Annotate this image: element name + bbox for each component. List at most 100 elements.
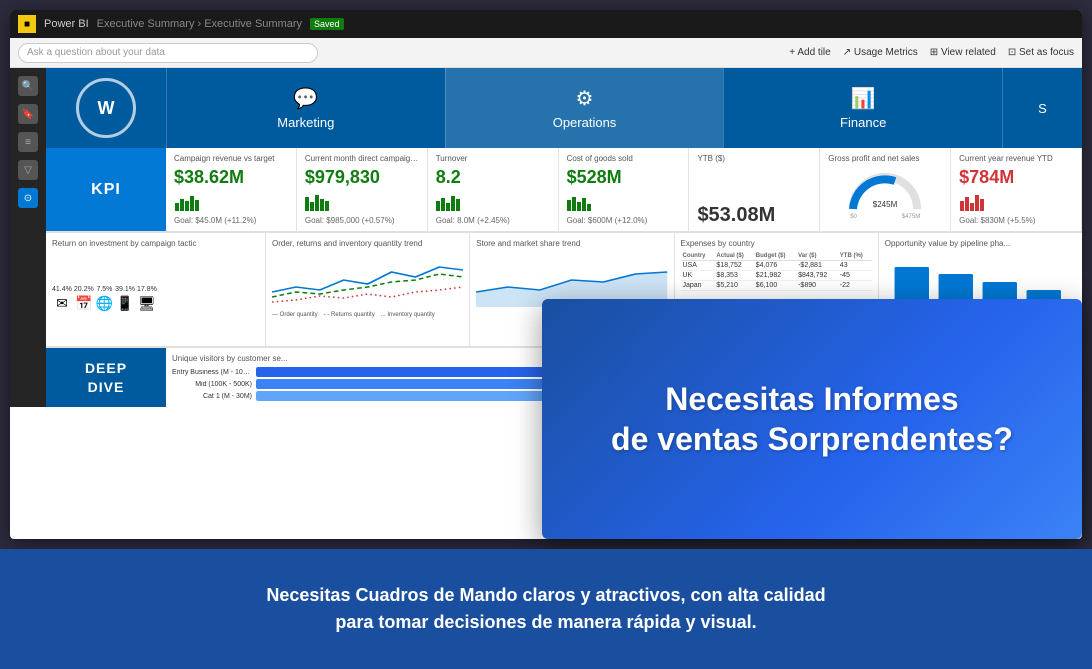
kpi-sparkline-4 (567, 191, 681, 211)
dd-bar-label-3: Cat 1 (M - 30M) (172, 393, 252, 400)
col-var: Var ($) (796, 252, 838, 261)
overlay-box: Necesitas Informes de ventas Sorprendent… (542, 299, 1082, 539)
sidebar-search-icon[interactable]: 🔍 (18, 76, 38, 96)
email-icon: ✉ (56, 295, 68, 312)
cell-budget: $6,100 (754, 281, 796, 291)
cell-country: UK (681, 271, 715, 281)
svg-text:$245M: $245M (873, 200, 898, 209)
table-row: USA $18,752 $4,076 -$2,881 43 (681, 261, 872, 271)
expenses-data-table: Country Actual ($) Budget ($) Var ($) YT… (681, 252, 872, 291)
bar-pct-3: 7.5% (96, 286, 112, 293)
col-ytb: YTB (%) (838, 252, 872, 261)
table-row: UK $8,353 $21,982 $843,792 -45 (681, 271, 872, 281)
operations-icon: ⚙ (576, 86, 594, 111)
kpi-value-2: $979,830 (305, 168, 419, 186)
kpi-cell-3: Turnover 8.2 Goal: 8.0M (+2.45%) (428, 148, 559, 231)
kpi-cell-4: Cost of goods sold $528M Goal: $600M (+1… (559, 148, 690, 231)
bar-pct-4: 39.1% (115, 286, 135, 293)
store-trend-title: Store and market share trend (476, 239, 667, 248)
kpi-value-7: $784M (959, 168, 1073, 186)
overlay-headline-text: Necesitas Informes de ventas Sorprendent… (611, 381, 1013, 457)
kpi-cell-2: Current month direct campaign r... $979,… (297, 148, 428, 231)
kpi-title-7: Current year revenue YTD (959, 154, 1073, 164)
kpi-title-1: Campaign revenue vs target (174, 154, 288, 164)
cell-ytb: -22 (838, 281, 872, 291)
kpi-value-4: $528M (567, 168, 681, 186)
kpi-cell-1: Campaign revenue vs target $38.62M Goal:… (166, 148, 297, 231)
bottom-banner-text: Necesitas Cuadros de Mando claros y atra… (266, 585, 825, 632)
kpi-title-4: Cost of goods sold (567, 154, 681, 164)
nav-tile-marketing[interactable]: 💬 Marketing (166, 68, 445, 148)
usage-metrics-btn[interactable]: ↗ Usage Metrics (843, 47, 918, 58)
operations-label: Operations (553, 115, 617, 130)
order-trend-svg (272, 252, 463, 307)
add-tile-btn[interactable]: + Add tile (789, 47, 830, 58)
gauge-container: $245M $0 $475M (828, 163, 942, 225)
sidebar-active-icon[interactable]: ⊙ (18, 188, 38, 208)
kpi-title-6: Gross profit and net sales (828, 154, 942, 163)
s-label: S (1038, 101, 1047, 116)
col-budget: Budget ($) (754, 252, 796, 261)
globe-icon: 🌐 (96, 295, 113, 312)
kpi-cell-7: Current year revenue YTD $784M Goal: $83… (951, 148, 1082, 231)
roi-chart: Return on investment by campaign tactic … (46, 233, 266, 346)
cell-actual: $5,210 (714, 281, 753, 291)
cell-ytb: 43 (838, 261, 872, 271)
cell-var: -$890 (796, 281, 838, 291)
powerbi-logo: ■ (18, 15, 36, 33)
app-title: Power BI (44, 18, 89, 30)
bar-pct-1: 41.4% (52, 286, 72, 293)
nav-tile-operations[interactable]: ⚙ Operations (445, 68, 724, 148)
table-row: Japan $5,210 $6,100 -$890 -22 (681, 281, 872, 291)
kpi-title-2: Current month direct campaign r... (305, 154, 419, 164)
col-country: Country (681, 252, 715, 261)
cell-country: Japan (681, 281, 715, 291)
finance-label: Finance (840, 115, 886, 130)
kpi-sub-7: Goal: $830M (+5.5%) (959, 216, 1073, 225)
kpi-sub-3: Goal: 8.0M (+2.45%) (436, 216, 550, 225)
sidebar: 🔍 🔖 ≡ ▽ ⊙ (10, 68, 46, 407)
dd-bar-fill-3 (256, 391, 584, 401)
set-focus-btn[interactable]: ⊡ Set as focus (1008, 47, 1074, 58)
nav-tile-finance[interactable]: 📊 Finance (723, 68, 1002, 148)
sidebar-layers-icon[interactable]: ≡ (18, 132, 38, 152)
dashboard-logo: W (46, 68, 166, 148)
kpi-value-1: $38.62M (174, 168, 288, 186)
gauge-min: $0 (850, 214, 857, 220)
kpi-sparkline-1 (174, 191, 288, 211)
expenses-title: Expenses by country (681, 239, 872, 248)
view-related-btn[interactable]: ⊞ View related (930, 47, 996, 58)
logo-w: W (98, 98, 115, 119)
bar-col-4: 39.1% 📱 (115, 286, 135, 312)
roi-bar-chart: 41.4% ✉ 20.2% 📅 7.5% 🌐 (52, 252, 259, 312)
sidebar-bookmark-icon[interactable]: 🔖 (18, 104, 38, 124)
kpi-row: KPI Campaign revenue vs target $38.62M (46, 148, 1082, 233)
gauge-max: $475M (902, 214, 920, 220)
calendar-icon: 📅 (75, 295, 92, 312)
kpi-sub-4: Goal: $600M (+12.0%) (567, 216, 681, 225)
search-bar[interactable]: Ask a question about your data (18, 43, 318, 63)
finance-icon: 📊 (851, 86, 876, 111)
bar-pct-5: 17.8% (137, 286, 157, 293)
sidebar-filter-icon[interactable]: ▽ (18, 160, 38, 180)
bar-col-5: 17.8% 🖥 (137, 286, 157, 312)
kpi-sparkline-2 (305, 191, 419, 211)
kpi-value-3: 8.2 (436, 168, 550, 186)
title-bar: ■ Power BI Executive Summary › Executive… (10, 10, 1082, 38)
col-actual: Actual ($) (714, 252, 753, 261)
nav-tile-s[interactable]: S (1002, 68, 1082, 148)
order-trend-title: Order, returns and inventory quantity tr… (272, 239, 463, 248)
marketing-icon: 💬 (293, 86, 318, 111)
save-badge: Saved (310, 18, 344, 30)
kpi-cells: Campaign revenue vs target $38.62M Goal:… (166, 148, 1082, 231)
kpi-sparkline-7 (959, 191, 1073, 211)
cell-ytb: -45 (838, 271, 872, 281)
bar-col-2: 20.2% 📅 (74, 286, 94, 312)
kpi-title-5: YTB ($) (697, 154, 811, 164)
kpi-cell-6: Gross profit and net sales $245M $0 $475… (820, 148, 951, 231)
cell-country: USA (681, 261, 715, 271)
legend-order: — Order quantity (272, 312, 318, 318)
cell-budget: $4,076 (754, 261, 796, 271)
bar-col-3: 7.5% 🌐 (96, 286, 113, 312)
bar-col-1: 41.4% ✉ (52, 286, 72, 312)
